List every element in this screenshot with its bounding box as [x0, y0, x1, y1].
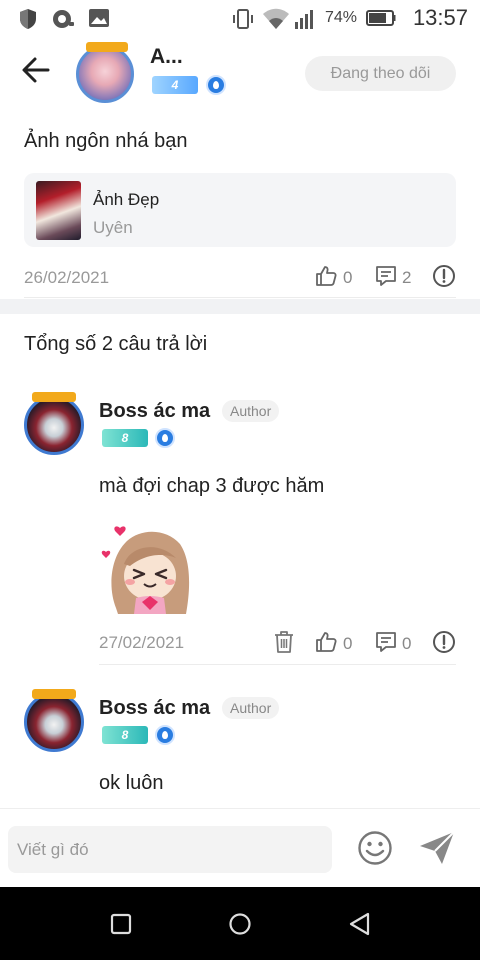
user-name[interactable]: A... — [150, 45, 183, 69]
send-icon[interactable] — [418, 830, 456, 866]
reply-text: mà đợi chap 3 được hăm — [99, 475, 325, 497]
report-icon[interactable] — [432, 630, 456, 654]
divider — [99, 664, 456, 665]
signal-icon — [295, 10, 313, 29]
reply-like-count: 0 — [343, 634, 353, 653]
section-separator — [0, 299, 480, 314]
sticker-image — [101, 526, 190, 614]
system-nav-bar — [0, 887, 480, 960]
comment-icon[interactable] — [374, 630, 398, 654]
comment-icon[interactable] — [374, 264, 398, 288]
emoji-icon[interactable] — [357, 830, 393, 866]
wifi-icon — [263, 8, 289, 29]
reply-author-name[interactable]: Boss ác ma — [99, 400, 210, 423]
recent-apps-icon[interactable] — [108, 911, 134, 937]
book-card[interactable]: Ảnh Đẹp Uyên — [24, 173, 456, 247]
following-button[interactable]: Đang theo dõi — [305, 56, 456, 91]
replies-heading: Tổng số 2 câu trả lời — [24, 333, 208, 355]
reply-comment-count: 0 — [402, 634, 412, 653]
reply-avatar[interactable] — [24, 395, 84, 455]
book-name: Ảnh Đẹp — [93, 190, 160, 209]
battery-icon — [366, 10, 396, 26]
reply-date: 27/02/2021 — [99, 633, 185, 652]
nav-back-icon[interactable] — [347, 911, 373, 937]
reply-avatar[interactable] — [24, 692, 84, 752]
clock: 13:57 — [412, 5, 468, 30]
user-avatar[interactable] — [76, 45, 134, 103]
shield-icon — [20, 9, 36, 29]
water-drop-icon — [206, 75, 226, 95]
post-title: Ảnh ngôn nhá bạn — [24, 130, 188, 152]
water-drop-icon — [155, 725, 175, 745]
thumbs-up-icon[interactable] — [314, 630, 338, 654]
post-comment-count: 2 — [402, 268, 412, 287]
trash-icon[interactable] — [273, 630, 295, 654]
reply-author-name[interactable]: Boss ác ma — [99, 697, 210, 720]
vibrate-icon — [233, 9, 253, 29]
battery-percent: 74% — [324, 9, 357, 26]
book-author: Uyên — [93, 218, 133, 237]
composer-bar — [0, 808, 480, 887]
book-cover — [36, 181, 81, 240]
avatar-frame-badge — [32, 689, 76, 699]
avatar-frame-badge — [32, 392, 76, 402]
image-icon — [89, 9, 109, 27]
status-bar: 74% 13:57 — [0, 0, 480, 38]
comment-input[interactable] — [8, 826, 332, 873]
headset-icon — [53, 10, 74, 28]
level-badge: 8 — [102, 726, 148, 744]
water-drop-icon — [155, 428, 175, 448]
post-like-count: 0 — [343, 268, 353, 287]
back-arrow-icon[interactable] — [18, 52, 54, 88]
reply-text: ok luôn — [99, 772, 164, 794]
avatar-frame-badge — [86, 42, 128, 52]
report-icon[interactable] — [432, 264, 456, 288]
post-date: 26/02/2021 — [24, 268, 110, 287]
screen: 74% 13:57 A... 4 Đang theo dõi Ảnh ngôn … — [0, 0, 480, 960]
author-tag: Author — [222, 400, 280, 422]
home-icon[interactable] — [227, 911, 253, 937]
thumbs-up-icon[interactable] — [314, 264, 338, 288]
level-badge: 4 — [152, 76, 198, 94]
divider — [24, 297, 456, 298]
level-badge: 8 — [102, 429, 148, 447]
author-tag: Author — [222, 697, 280, 719]
